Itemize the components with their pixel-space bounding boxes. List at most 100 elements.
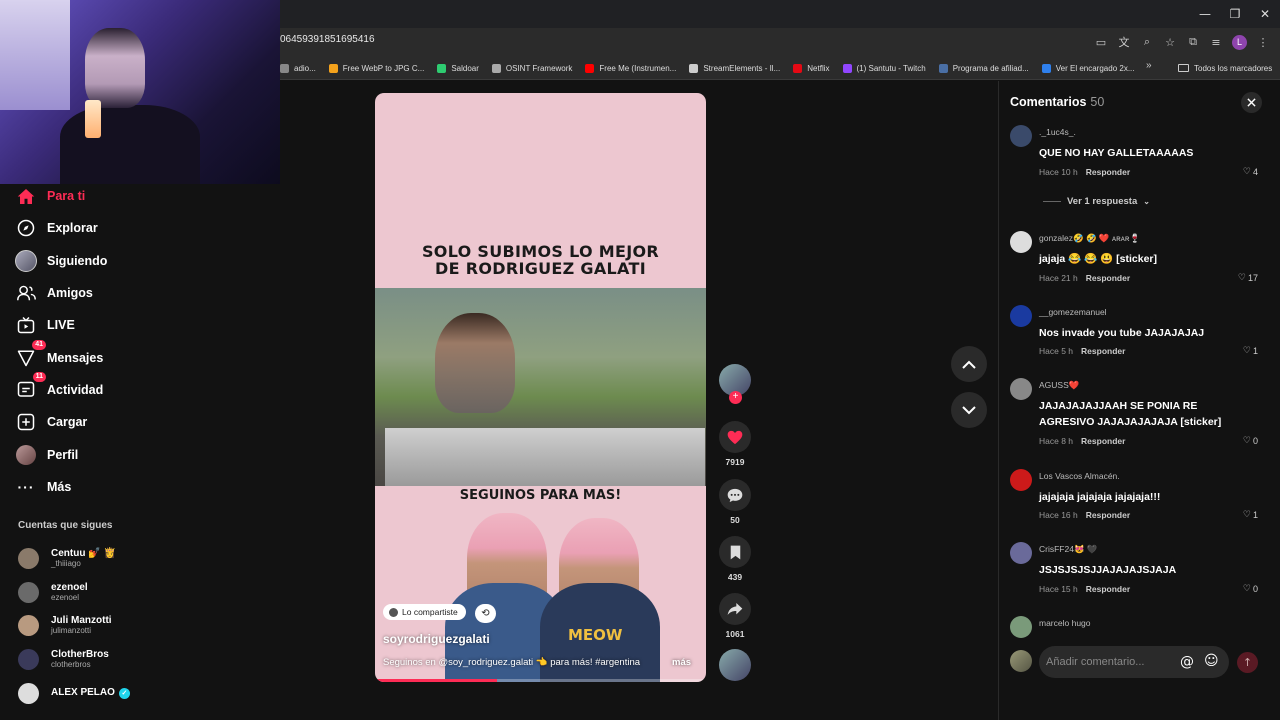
restore-button[interactable]: ❐ (1220, 0, 1250, 28)
bookmark-item[interactable]: Saldoar (437, 63, 479, 73)
follow-plus-icon[interactable]: + (729, 391, 742, 404)
video-author[interactable]: soyrodriguezgalati (383, 632, 490, 646)
bookmark-item[interactable]: Netflix (793, 63, 830, 73)
following-account[interactable]: ALEX PELAO ✓ (18, 676, 198, 710)
commenter-avatar[interactable] (1010, 378, 1032, 400)
sidebar-item-siguiendo[interactable]: Siguiendo (14, 245, 194, 277)
caption-more-link[interactable]: más (672, 657, 691, 668)
verified-icon: ✓ (118, 688, 130, 700)
send-comment-button[interactable]: ↑ (1237, 652, 1258, 673)
comment-username[interactable]: CrisFF24😻 🖤 (1039, 544, 1097, 555)
comment-text: jajajaja jajajaja jajajaja!!! (1039, 491, 1161, 503)
comment-like-button[interactable]: ♡ 1 (1243, 346, 1258, 356)
bookmark-item[interactable]: StreamElements - Il... (689, 63, 780, 73)
sidebar-item-mensajes[interactable]: 41 Mensajes (14, 339, 194, 373)
bookmarks-overflow-button[interactable]: » (1146, 60, 1152, 71)
repost-icon[interactable]: ⟲ (475, 604, 496, 623)
shared-badge[interactable]: Lo compartiste (383, 604, 466, 620)
comment-username[interactable]: AGUSS❤️ (1039, 380, 1079, 391)
save-button[interactable]: 439 (716, 536, 754, 582)
next-video-button[interactable] (951, 392, 987, 428)
reply-button[interactable]: Responder (1086, 510, 1130, 520)
video-overlay-title-line1: SOLO SUBIMOS LO MEJOR (421, 242, 660, 261)
comment-username[interactable]: gonzalez🤣 🤣 ❤️ ᴀʀᴀʀ🍷 (1039, 233, 1140, 244)
comment-username[interactable]: __gomezemanuel (1039, 307, 1107, 317)
reply-button[interactable]: Responder (1086, 584, 1130, 594)
comment-username[interactable]: marcelo hugo (1039, 618, 1091, 628)
sidebar-item-cargar[interactable]: Cargar (14, 406, 194, 438)
sidebar-item-m-s[interactable]: ··· Más (14, 471, 194, 503)
bookmark-item[interactable]: Programa de afiliad... (938, 63, 1029, 73)
profile-avatar-icon[interactable]: L (1232, 34, 1247, 50)
all-bookmarks-button[interactable]: Todos los marcadores (1178, 58, 1272, 78)
globe-icon (491, 63, 501, 73)
commenter-avatar[interactable] (1010, 125, 1032, 147)
menu-kebab-icon[interactable]: ⋮ (1256, 36, 1270, 49)
following-account[interactable]: ClotherBros clotherbros (18, 643, 198, 677)
comment-like-button[interactable]: ♡ 17 (1238, 273, 1258, 283)
sidebar-item-explorar[interactable]: Explorar (14, 212, 194, 244)
sidebar-item-amigos[interactable]: Amigos (14, 277, 194, 309)
reply-button[interactable]: Responder (1081, 436, 1125, 446)
comment-input[interactable] (1039, 646, 1229, 678)
bookmark-item[interactable]: Free Me (Instrumen... (585, 63, 676, 73)
like-button[interactable]: 7919 (716, 421, 754, 467)
bookmark-item[interactable]: adio... (280, 63, 316, 73)
streamelements-icon (689, 63, 699, 73)
sidebar-item-actividad[interactable]: 11 Actividad (14, 371, 194, 406)
sound-disc-icon (719, 649, 751, 681)
url-text[interactable]: 06459391851695416 (280, 34, 375, 45)
bookmark-item[interactable]: Free WebP to JPG C... (328, 63, 424, 73)
comment-meta: Hace 21 h Responder (1039, 273, 1130, 283)
bookmark-item[interactable]: Ver El encargado 2x... (1041, 63, 1134, 73)
cast-icon[interactable]: ▭ (1094, 36, 1108, 49)
like-count: 7919 (725, 457, 745, 467)
comment-like-button[interactable]: ♡ 0 (1243, 436, 1258, 446)
reply-button[interactable]: Responder (1086, 273, 1130, 283)
sidebar-item-perfil[interactable]: Perfil (14, 438, 194, 470)
sidebar-item-para-ti[interactable]: Para ti (14, 180, 194, 212)
close-comments-button[interactable] (1241, 92, 1262, 113)
commenter-avatar[interactable] (1010, 542, 1032, 564)
zoom-icon[interactable]: ⌕ (1140, 35, 1154, 49)
video-progress-bar[interactable] (375, 679, 706, 682)
previous-video-button[interactable] (951, 346, 987, 382)
reply-button[interactable]: Responder (1086, 167, 1130, 177)
messages-icon: 41 (14, 339, 46, 370)
minimize-button[interactable]: — (1190, 0, 1220, 28)
extensions-icon[interactable]: ⧉ (1186, 35, 1200, 49)
comment-like-button[interactable]: ♡ 0 (1243, 584, 1258, 594)
bookmark-item[interactable]: (1) Santutu - Twitch (842, 63, 926, 73)
close-window-button[interactable]: ✕ (1250, 0, 1280, 28)
comment-like-button[interactable]: ♡ 4 (1243, 167, 1258, 177)
video-player[interactable]: SOLO SUBIMOS LO MEJOR DE RODRIGUEZ GALAT… (375, 93, 706, 682)
commenter-avatar[interactable] (1010, 231, 1032, 253)
following-account[interactable]: ezenoel ezenoel (18, 576, 198, 610)
sidebar-item-live[interactable]: LIVE (14, 309, 194, 341)
bookmark-item[interactable]: OSINT Framework (491, 63, 572, 73)
view-replies-button[interactable]: Ver 1 respuesta ⌄ (1043, 196, 1150, 207)
comment-button[interactable]: 50 (716, 479, 754, 525)
mention-button[interactable]: @ (1180, 654, 1194, 670)
star-icon[interactable]: ☆ (1163, 36, 1177, 49)
translate-icon[interactable]: 文 (1117, 34, 1131, 50)
sidebar-item-label: Explorar (47, 221, 98, 236)
sidebar-item-label: Mensajes (47, 350, 104, 365)
creator-avatar-button[interactable]: + (716, 364, 754, 404)
commenter-avatar[interactable] (1010, 616, 1032, 638)
reply-button[interactable]: Responder (1081, 346, 1125, 356)
commenter-avatar[interactable] (1010, 305, 1032, 327)
following-account-username: ezenoel (51, 592, 80, 602)
comment-username[interactable]: Los Vascos Almacén. (1039, 471, 1120, 481)
share-button[interactable]: 1061 (716, 593, 754, 639)
following-account[interactable]: Juli Manzotti julimanzotti (18, 609, 198, 643)
comment-like-button[interactable]: ♡ 1 (1243, 510, 1258, 520)
following-account[interactable]: Centuu 💅 👸 _thiiiago (18, 542, 198, 576)
comment-text: JSJSJSJSJJAJAJAJSJAJA (1039, 564, 1177, 576)
emoji-icon[interactable]: ☺ (1204, 653, 1219, 669)
sound-disc-button[interactable] (716, 649, 754, 681)
reading-list-icon[interactable]: ≡ (1209, 36, 1223, 49)
commenter-avatar[interactable] (1010, 469, 1032, 491)
comment-username[interactable]: ._1uc4s_. (1039, 127, 1076, 137)
bookmark-label: Saldoar (451, 63, 479, 73)
